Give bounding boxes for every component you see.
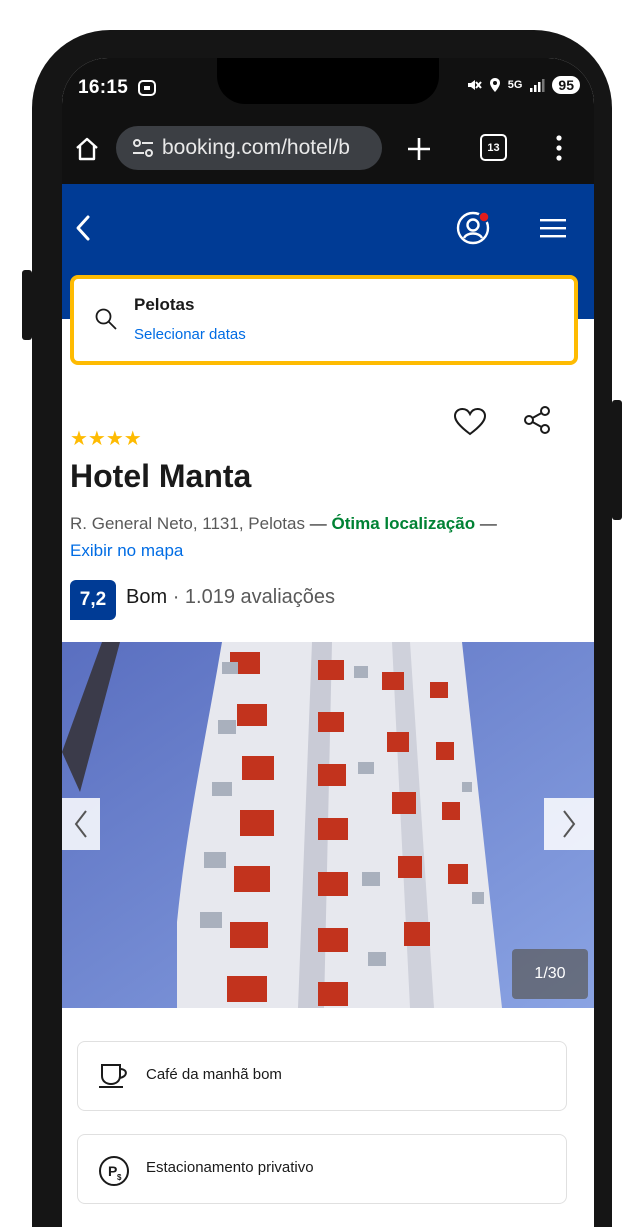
location-highlight: Ótima localização bbox=[331, 514, 476, 533]
mute-icon bbox=[467, 80, 482, 90]
facility-item: P $ Estacionamento privativo bbox=[77, 1134, 567, 1204]
location-icon bbox=[489, 78, 500, 92]
phone-screen: 16:15 5G 95 booking.com/hotel/b 13 Pelot… bbox=[62, 58, 594, 1227]
share-icon[interactable] bbox=[522, 405, 552, 435]
gallery-previous-button[interactable] bbox=[62, 798, 100, 850]
status-bar: 16:15 5G 95 bbox=[62, 58, 594, 114]
search-destination: Pelotas bbox=[134, 295, 195, 314]
chevron-right-icon bbox=[563, 810, 576, 838]
svg-text:$: $ bbox=[117, 1173, 122, 1182]
tab-switcher-button[interactable]: 13 bbox=[480, 134, 507, 161]
status-icons: 5G 95 bbox=[466, 76, 580, 94]
url-text: booking.com/hotel/b bbox=[162, 136, 350, 159]
parking-icon: P $ bbox=[99, 1156, 129, 1186]
site-settings-icon[interactable] bbox=[132, 138, 154, 158]
coffee-cup-icon bbox=[99, 1064, 127, 1088]
facility-label: Estacionamento privativo bbox=[146, 1159, 314, 1176]
back-arrow-icon[interactable] bbox=[74, 214, 92, 242]
network-5g: 5G bbox=[507, 79, 523, 91]
signal-icon bbox=[530, 79, 545, 92]
facility-label: Café da manhã bom bbox=[146, 1066, 282, 1083]
browser-toolbar: booking.com/hotel/b 13 bbox=[62, 114, 594, 184]
hotel-address: R. General Neto, 1131, Pelotas bbox=[70, 514, 305, 533]
more-menu-icon[interactable] bbox=[554, 134, 564, 162]
score-label: Bom bbox=[126, 586, 168, 608]
phone-side-button bbox=[22, 270, 32, 340]
home-icon[interactable] bbox=[74, 136, 100, 162]
separator-dash: — bbox=[309, 514, 327, 533]
address-bar[interactable]: booking.com/hotel/b bbox=[116, 126, 382, 170]
photo-counter: 1/30 bbox=[512, 949, 588, 999]
svg-text:P: P bbox=[108, 1163, 117, 1179]
search-summary-box[interactable]: Pelotas Selecionar datas bbox=[70, 275, 578, 365]
select-dates-link[interactable]: Selecionar datas bbox=[134, 326, 246, 343]
separator-dash: — bbox=[479, 514, 497, 533]
review-summary[interactable]: Bom · 1.019 avaliações bbox=[126, 586, 335, 609]
favorite-heart-icon[interactable] bbox=[454, 408, 486, 436]
search-icon bbox=[95, 308, 117, 330]
account-icon[interactable] bbox=[456, 210, 492, 246]
review-count: · 1.019 avaliações bbox=[172, 586, 336, 608]
status-time: 16:15 bbox=[78, 77, 129, 98]
battery-level: 95 bbox=[552, 76, 580, 94]
star-rating: ★★★★ bbox=[70, 428, 142, 450]
gallery-next-button[interactable] bbox=[544, 798, 594, 850]
phone-side-button bbox=[612, 400, 622, 520]
hamburger-menu-icon[interactable] bbox=[540, 218, 566, 238]
review-score-badge[interactable]: 7,2 bbox=[70, 580, 116, 620]
facility-item: Café da manhã bom bbox=[77, 1041, 567, 1111]
chevron-left-icon bbox=[74, 810, 87, 838]
new-tab-icon[interactable] bbox=[406, 136, 432, 162]
hotel-address-block: R. General Neto, 1131, Pelotas — Ótima l… bbox=[70, 510, 570, 564]
camera-notch bbox=[217, 58, 439, 104]
hotel-name: Hotel Manta bbox=[70, 458, 252, 494]
show-on-map-link[interactable]: Exibir no mapa bbox=[70, 541, 183, 560]
screenshot-icon bbox=[138, 80, 156, 96]
